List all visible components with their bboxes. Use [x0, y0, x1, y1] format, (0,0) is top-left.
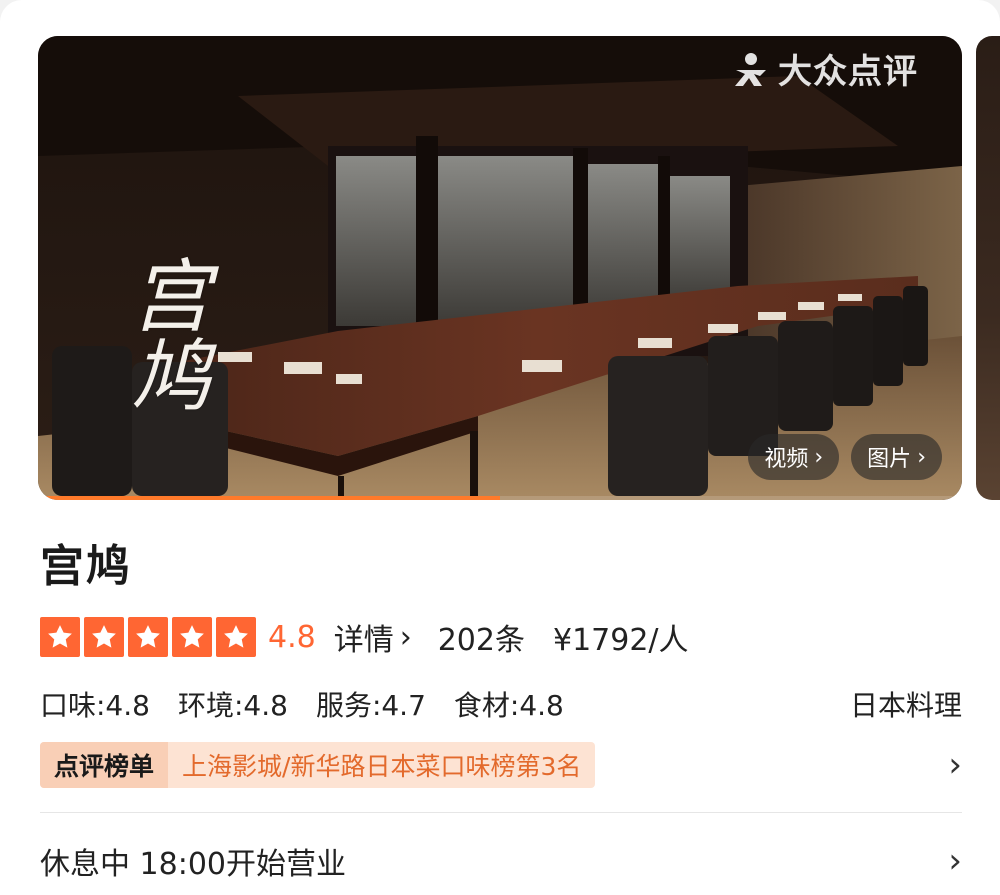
photo-gallery[interactable]: 大众点评 宫鸠 视频 › 图片 › [38, 36, 962, 500]
divider [40, 812, 962, 813]
gallery-progress-fill [38, 496, 500, 500]
chevron-right-icon: › [399, 619, 412, 655]
environment-score: 环境:4.8 [177, 689, 288, 722]
watermark-text: 大众点评 [778, 52, 918, 92]
business-hours: 休息中 18:00开始营业 [40, 847, 346, 882]
next-photo-peek[interactable] [976, 36, 1000, 500]
sub-scores: 口味:4.8 环境:4.8 服务:4.7 食材:4.8 日本料理 [40, 682, 962, 726]
video-label: 视频 [764, 447, 809, 472]
photos-label: 图片 [867, 447, 912, 472]
star-rating [40, 617, 256, 657]
rating-row: 4.8 详情 › 202条 ¥1792/人 [40, 612, 689, 662]
chevron-right-icon: › [917, 444, 926, 470]
review-count[interactable]: 202条 [438, 615, 525, 659]
star-icon [128, 617, 168, 657]
chevron-right-icon: › [948, 841, 962, 881]
gallery-progress-track [38, 496, 962, 500]
ingredients-score: 食材:4.8 [453, 689, 564, 722]
video-button[interactable]: 视频 › [748, 434, 840, 480]
chevron-right-icon: › [814, 444, 824, 470]
details-link[interactable]: 详情 › [334, 615, 412, 659]
dianping-watermark: 大众点评 [732, 44, 918, 93]
star-icon [40, 617, 80, 657]
star-icon [216, 617, 256, 657]
ranking-text: 上海影城/新华路日本菜口味榜第3名 [182, 752, 582, 781]
ranking-badge: 点评榜单 上海影城/新华路日本菜口味榜第3名 [40, 742, 596, 788]
details-label: 详情 [333, 623, 394, 658]
ranking-tag: 点评榜单 [40, 742, 169, 788]
avg-price: ¥1792/人 [552, 623, 689, 658]
ranking-row[interactable]: 点评榜单 上海影城/新华路日本菜口味榜第3名 › [40, 742, 962, 788]
star-icon [84, 617, 124, 657]
photos-button[interactable]: 图片 › [851, 434, 942, 480]
taste-score: 口味:4.8 [40, 689, 150, 722]
business-hours-row[interactable]: 休息中 18:00开始营业 › [40, 836, 962, 886]
chevron-right-icon: › [948, 745, 962, 785]
calligraphy-logo: 宫鸠 [118, 254, 211, 414]
shop-title: 宫鸠 [40, 541, 132, 592]
media-switcher: 视频 › 图片 › [748, 434, 942, 480]
service-score: 服务:4.7 [315, 689, 426, 722]
shop-card: 大众点评 宫鸠 视频 › 图片 › 宫鸠 4.8 详情 › 202条 ¥1792… [0, 0, 1000, 895]
dianping-logo-icon [735, 52, 766, 86]
star-icon [172, 617, 212, 657]
cuisine-type: 日本料理 [849, 689, 962, 722]
rating-score: 4.8 [268, 619, 316, 655]
